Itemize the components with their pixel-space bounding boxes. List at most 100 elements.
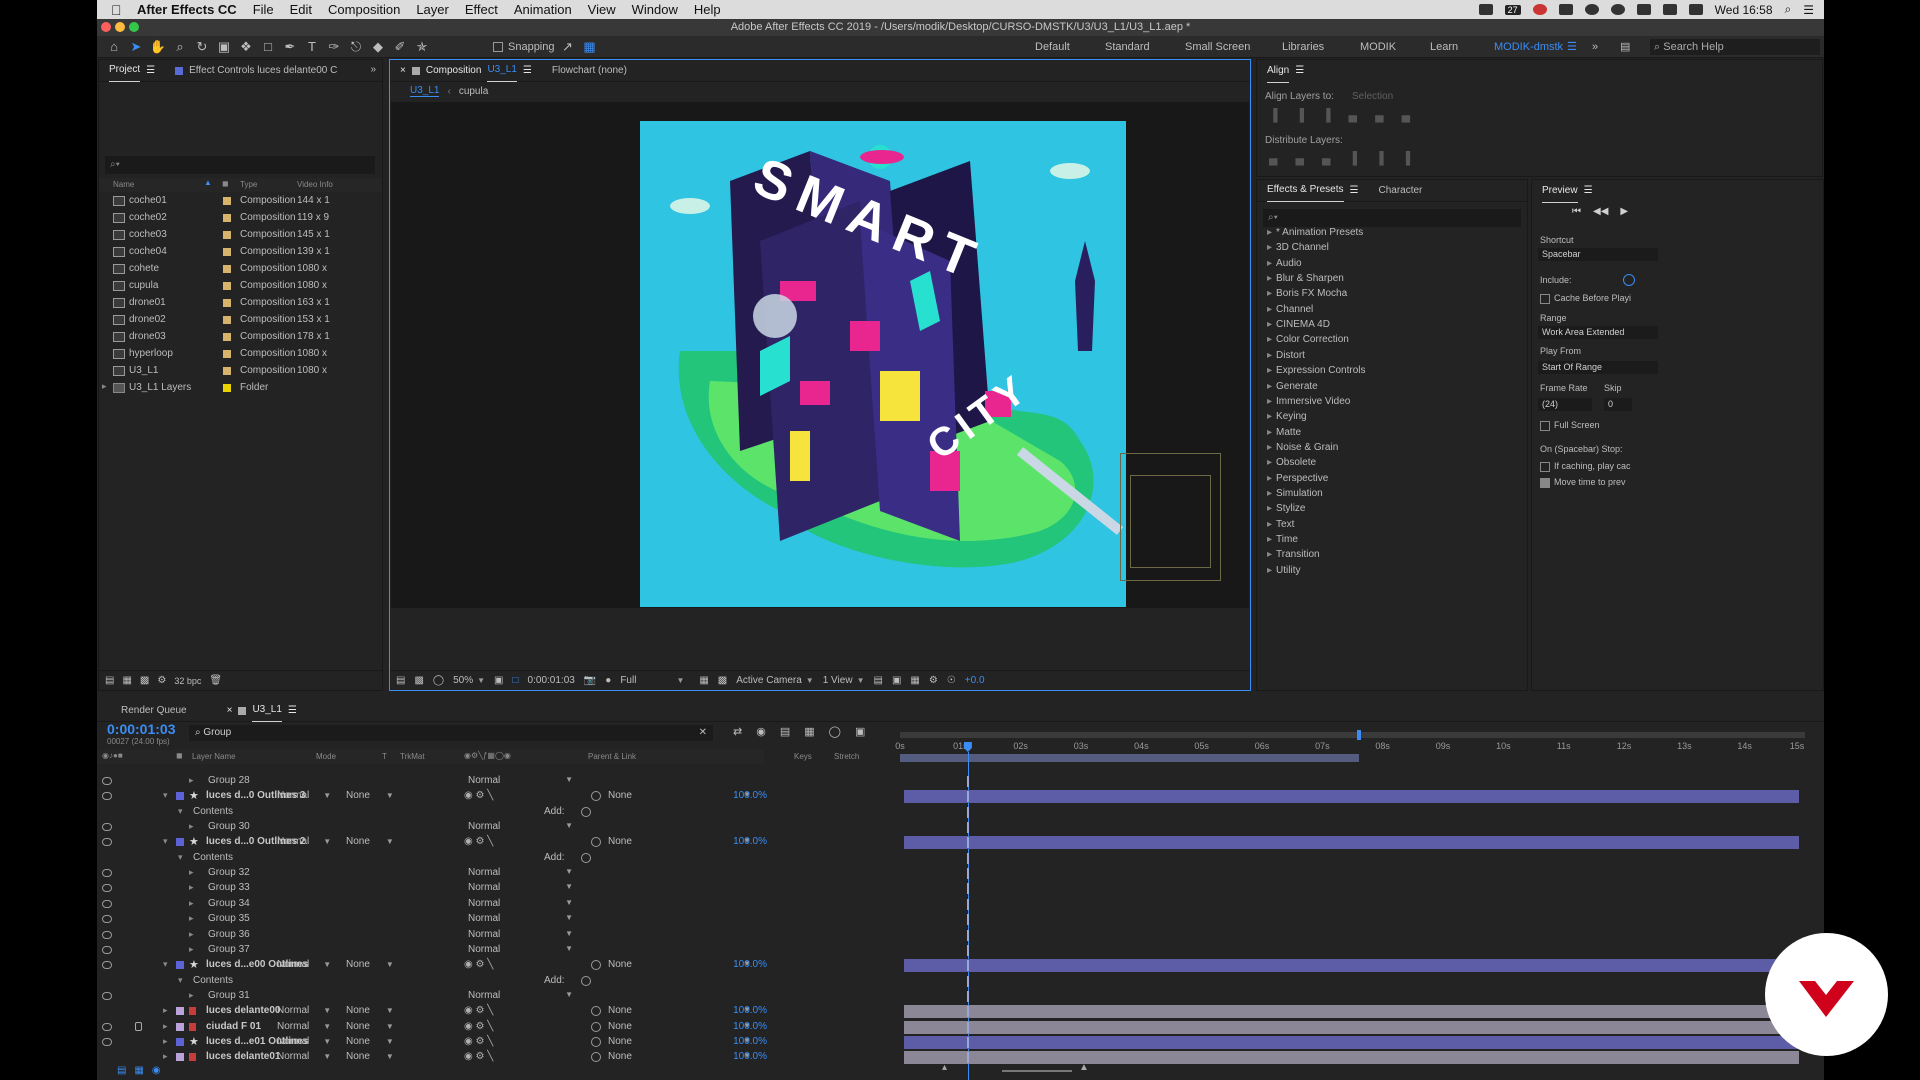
effect-category[interactable]: ▸ Perspective: [1267, 473, 1328, 484]
screen-mirror-icon[interactable]: [1478, 4, 1493, 15]
zoom-window-button[interactable]: [129, 22, 139, 32]
group-blend-select[interactable]: Normal ▼: [468, 944, 573, 955]
play-icon[interactable]: ▶: [1620, 206, 1628, 217]
menu-composition[interactable]: Composition: [328, 2, 400, 17]
group-name[interactable]: Group 33: [208, 882, 250, 893]
monitor-icon[interactable]: ▩: [414, 675, 423, 686]
cloud-icon[interactable]: [1610, 4, 1625, 15]
visibility-eye-icon[interactable]: [102, 838, 112, 847]
group-blend-select[interactable]: Normal ▼: [468, 990, 573, 1001]
group-blend-select[interactable]: Normal ▼: [468, 775, 573, 786]
stretch-value[interactable]: 100.0%: [677, 790, 767, 801]
tab-render-queue[interactable]: Render Queue: [97, 700, 197, 722]
effect-category[interactable]: ▸ Immersive Video: [1267, 396, 1350, 407]
first-frame-icon[interactable]: ⏮: [1572, 206, 1581, 217]
zoom-out-icon[interactable]: ▴: [942, 1062, 947, 1073]
align-left-icon[interactable]: ▐: [1269, 108, 1278, 122]
effect-category[interactable]: ▸ Generate: [1267, 381, 1318, 392]
eraser-tool-icon[interactable]: ◆: [369, 38, 387, 56]
roi-icon[interactable]: □: [513, 675, 519, 686]
visibility-eye-icon[interactable]: [102, 915, 112, 924]
flowchart-icon[interactable]: ⚙: [929, 675, 938, 686]
project-composition-item[interactable]: hyperloop Composition 1080 x: [99, 347, 382, 361]
label-color-swatch[interactable]: [176, 1007, 184, 1016]
effect-category[interactable]: ▸ Audio: [1267, 258, 1302, 269]
visibility-eye-icon[interactable]: [102, 961, 112, 970]
chevron-right-icon[interactable]: ▸: [163, 1036, 168, 1047]
move-time-checkbox[interactable]: [1540, 477, 1550, 488]
breadcrumb-cupula[interactable]: cupula: [459, 86, 488, 97]
sort-arrow-icon[interactable]: ▲: [204, 178, 212, 187]
chevron-right-icon[interactable]: ▸: [189, 867, 194, 878]
distribute-bottom-icon[interactable]: ▄: [1322, 151, 1331, 165]
timeline-contents-row[interactable]: ▾ Contents Add:: [97, 851, 764, 866]
stretch-value[interactable]: 100.0%: [677, 959, 767, 970]
col-stretch[interactable]: Stretch: [834, 752, 859, 761]
adjust-icon[interactable]: ⚙: [157, 675, 166, 686]
breadcrumb-u3-l1[interactable]: U3_L1: [410, 85, 440, 97]
puppet-tool-icon[interactable]: ✯: [413, 38, 431, 56]
group-name[interactable]: Group 37: [208, 944, 250, 955]
effects-search-input[interactable]: ⌕▾: [1263, 209, 1521, 227]
creative-cloud-icon[interactable]: [1532, 4, 1547, 15]
project-composition-item[interactable]: coche02 Composition 119 x 9: [99, 211, 382, 225]
shy-layers-icon[interactable]: ▤: [780, 725, 790, 738]
label-color-swatch[interactable]: [223, 350, 231, 358]
chevron-down-icon[interactable]: ▾: [163, 790, 168, 801]
menu-animation[interactable]: Animation: [514, 2, 572, 17]
menu-file[interactable]: File: [253, 2, 274, 17]
label-color-swatch[interactable]: [223, 367, 231, 375]
col-video-info[interactable]: Video Info: [297, 180, 333, 189]
track-matte-select[interactable]: None ▼: [346, 790, 401, 801]
layer-switches[interactable]: ◉ ⚙ ╲: [464, 836, 493, 847]
hand-tool-icon[interactable]: ✋: [149, 38, 167, 56]
mask-visibility-icon[interactable]: ◯: [433, 675, 444, 686]
workspace-menu-icon[interactable]: ☰: [1567, 36, 1577, 58]
layer-switches[interactable]: ◉ ⚙ ╲: [464, 1021, 493, 1032]
blend-mode-select[interactable]: Normal ▼: [277, 959, 332, 972]
zoom-in-icon[interactable]: ▲: [1079, 1062, 1089, 1073]
chevron-right-icon[interactable]: ▸: [189, 944, 194, 955]
visibility-eye-icon[interactable]: [102, 884, 112, 893]
blend-mode-select[interactable]: Normal ▼: [277, 836, 332, 849]
label-color-swatch[interactable]: [223, 265, 231, 273]
play-from-select[interactable]: Start Of Range: [1538, 361, 1658, 374]
effect-category[interactable]: ▸ 3D Channel: [1267, 242, 1329, 253]
timeline-group-row[interactable]: ▸ Group 30 Normal ▼: [97, 820, 764, 835]
stretch-value[interactable]: 100.0%: [677, 1036, 767, 1047]
timeline-group-row[interactable]: ▸ Group 28 Normal ▼: [97, 774, 764, 789]
label-color-swatch[interactable]: [223, 299, 231, 307]
parent-pickwhip-icon[interactable]: [591, 1006, 601, 1017]
align-top-icon[interactable]: ▄: [1349, 108, 1358, 122]
clone-stamp-tool-icon[interactable]: ⎋: [347, 38, 365, 56]
expand-layer-switches-icon[interactable]: ▤: [117, 1065, 126, 1076]
chevron-down-icon[interactable]: ▾: [163, 959, 168, 970]
group-blend-select[interactable]: Normal ▼: [468, 929, 573, 940]
effect-category[interactable]: ▸ Color Correction: [1267, 334, 1349, 345]
type-tool-icon[interactable]: T: [303, 38, 321, 56]
distribute-vcenter-icon[interactable]: ▄: [1296, 151, 1305, 165]
panel-menu-icon[interactable]: ☰: [1584, 180, 1593, 202]
parent-pickwhip-icon[interactable]: [591, 960, 601, 971]
roto-brush-tool-icon[interactable]: ✐: [391, 38, 409, 56]
workspace-default[interactable]: Default: [1035, 36, 1070, 58]
track-matte-select[interactable]: None ▼: [346, 1005, 401, 1016]
panel-menu-icon[interactable]: ☰: [288, 700, 297, 722]
chevron-down-icon[interactable]: ▾: [178, 852, 183, 863]
timeline-contents-row[interactable]: ▾ Contents Add:: [97, 974, 764, 989]
layer-duration-bar[interactable]: [904, 1005, 1799, 1019]
project-composition-item[interactable]: coche03 Composition 145 x 1: [99, 228, 382, 242]
visibility-eye-icon[interactable]: [102, 1037, 112, 1046]
chevron-right-icon[interactable]: ▸: [189, 990, 194, 1001]
views-select[interactable]: 1 View ▼: [823, 675, 865, 686]
label-column-icon[interactable]: ◼: [222, 179, 229, 188]
label-color-swatch[interactable]: [223, 316, 231, 324]
effect-category[interactable]: ▸ Time: [1267, 534, 1298, 545]
timeline-group-row[interactable]: ▸ Group 33 Normal ▼: [97, 881, 764, 896]
move-time-row[interactable]: Move time to prev: [1540, 477, 1626, 488]
cache-before-checkbox[interactable]: [1540, 293, 1550, 304]
distribute-left-icon[interactable]: ▐: [1349, 151, 1358, 165]
panel-menu-icon[interactable]: ☰: [523, 60, 532, 82]
comp-mini-flowchart-icon[interactable]: ⇄: [733, 725, 742, 738]
volume-icon[interactable]: [1688, 4, 1703, 15]
